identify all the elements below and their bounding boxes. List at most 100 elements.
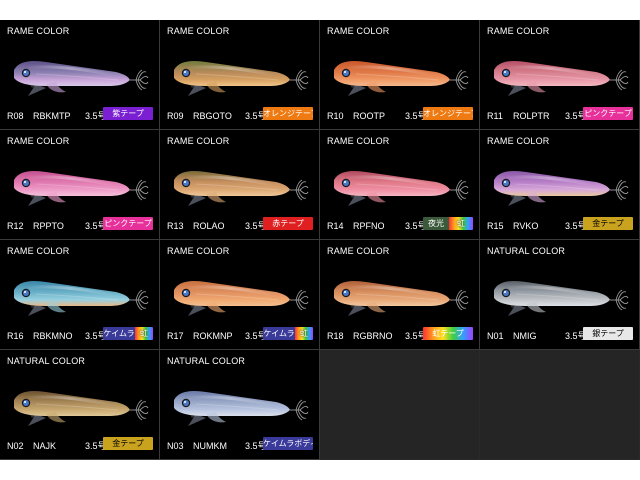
product-info: N03 NUMKM 3.5号: [167, 439, 267, 452]
color-code: N01: [487, 331, 504, 341]
rainbow-tag-label: 虹: [135, 327, 153, 340]
series-label: RAME COLOR: [327, 246, 390, 256]
tag-label: ケイムラ: [103, 327, 135, 340]
product-info: R14 RPFNO 3.5号: [327, 219, 427, 232]
color-name: NMIG: [513, 331, 537, 341]
series-label: RAME COLOR: [7, 26, 70, 36]
squid-jig-lure-image[interactable]: [6, 44, 154, 104]
color-tape-tag: 赤テープ: [263, 217, 313, 230]
squid-jig-lure-image[interactable]: [326, 44, 474, 104]
color-name: RPFNO: [353, 221, 385, 231]
series-label: RAME COLOR: [327, 136, 390, 146]
series-label: RAME COLOR: [7, 246, 70, 256]
product-info: R18 RGBRNO 3.5号: [327, 329, 427, 342]
product-card[interactable]: RAME COLOR: [480, 130, 640, 240]
product-card[interactable]: NATURAL COLOR: [0, 350, 160, 460]
product-info: R12 RPPTO 3.5号: [7, 219, 107, 232]
rainbow-tag-label: 虹: [449, 217, 473, 230]
color-code: R13: [167, 221, 184, 231]
squid-jig-lure-image[interactable]: [166, 374, 314, 434]
color-name: RBKMTP: [33, 111, 71, 121]
product-card[interactable]: RAME COLOR: [0, 130, 160, 240]
product-info: N01 NMIG 3.5号: [487, 329, 587, 342]
product-grid: RAME COLOR R08 RBKMTP 3.5号 紫テープ RAME COL…: [0, 20, 640, 460]
color-tape-tag: 虹テープ: [423, 327, 473, 340]
product-info: R15 RVKO 3.5号: [487, 219, 587, 232]
product-card[interactable]: RAME COLOR: [480, 20, 640, 130]
color-tape-tag: 紫テープ: [103, 107, 153, 120]
color-name: RGBRNO: [353, 331, 393, 341]
empty-cell: [320, 350, 480, 460]
series-label: RAME COLOR: [487, 26, 550, 36]
series-label: RAME COLOR: [167, 246, 230, 256]
color-code: R14: [327, 221, 344, 231]
product-card[interactable]: RAME COLOR: [320, 20, 480, 130]
product-card[interactable]: RAME COLOR: [0, 20, 160, 130]
color-name: ROOTP: [353, 111, 386, 121]
color-tape-tag: ピンクテープ: [103, 217, 153, 230]
squid-jig-lure-image[interactable]: [326, 154, 474, 214]
product-info: R11 ROLPTR 3.5号: [487, 109, 587, 122]
color-name: ROLPTR: [513, 111, 550, 121]
product-info: R08 RBKMTP 3.5号: [7, 109, 107, 122]
color-tape-tag: オレンジテープ: [423, 107, 473, 120]
color-name: RPPTO: [33, 221, 64, 231]
color-code: N03: [167, 441, 184, 451]
color-tape-tag: 金テープ: [583, 217, 633, 230]
series-label: NATURAL COLOR: [167, 356, 246, 366]
color-name: ROLAO: [193, 221, 225, 231]
product-card[interactable]: RAME COLOR: [320, 130, 480, 240]
color-tape-tag: ケイムラ 虹: [263, 327, 313, 340]
squid-jig-lure-image[interactable]: [486, 44, 634, 104]
squid-jig-lure-image[interactable]: [486, 264, 634, 324]
product-info: R16 RBKMNO 3.5号: [7, 329, 107, 342]
product-info: N02 NAJK 3.5号: [7, 439, 107, 452]
squid-jig-lure-image[interactable]: [6, 264, 154, 324]
squid-jig-lure-image[interactable]: [6, 154, 154, 214]
color-code: N02: [7, 441, 24, 451]
empty-cell: [480, 350, 640, 460]
product-card[interactable]: RAME COLOR: [160, 20, 320, 130]
product-card[interactable]: NATURAL COLOR: [480, 240, 640, 350]
squid-jig-lure-image[interactable]: [166, 264, 314, 324]
squid-jig-lure-image[interactable]: [166, 44, 314, 104]
series-label: RAME COLOR: [487, 136, 550, 146]
series-label: RAME COLOR: [167, 26, 230, 36]
squid-jig-lure-image[interactable]: [166, 154, 314, 214]
series-label: NATURAL COLOR: [487, 246, 566, 256]
color-code: R11: [487, 111, 503, 121]
color-tape-tag: ケイムラ 虹: [103, 327, 153, 340]
product-card[interactable]: RAME COLOR: [160, 240, 320, 350]
color-name: RBGOTO: [193, 111, 232, 121]
product-card[interactable]: NATURAL COLOR: [160, 350, 320, 460]
product-card[interactable]: RAME COLOR: [160, 130, 320, 240]
color-code: R12: [7, 221, 24, 231]
color-name: ROKMNP: [193, 331, 233, 341]
color-code: R10: [327, 111, 344, 121]
color-code: R18: [327, 331, 344, 341]
product-card[interactable]: RAME COLOR: [320, 240, 480, 350]
rainbow-tag-label: 虹: [295, 327, 313, 340]
product-card[interactable]: RAME COLOR: [0, 240, 160, 350]
product-info: R17 ROKMNP 3.5号: [167, 329, 267, 342]
color-name: RBKMNO: [33, 331, 73, 341]
color-tape-tag: ケイムラボディ: [263, 437, 313, 450]
color-name: RVKO: [513, 221, 539, 231]
color-name: NUMKM: [193, 441, 227, 451]
product-info: R09 RBGOTO 3.5号: [167, 109, 267, 122]
color-code: R08: [7, 111, 24, 121]
squid-jig-lure-image[interactable]: [486, 154, 634, 214]
color-tape-tag: 金テープ: [103, 437, 153, 450]
tag-label: ケイムラ: [263, 327, 295, 340]
squid-jig-lure-image[interactable]: [326, 264, 474, 324]
series-label: RAME COLOR: [7, 136, 70, 146]
color-tape-tag: オレンジテープ: [263, 107, 313, 120]
tag-label: 夜光: [423, 217, 449, 230]
color-code: R09: [167, 111, 184, 121]
color-code: R15: [487, 221, 504, 231]
color-code: R16: [7, 331, 24, 341]
squid-jig-lure-image[interactable]: [6, 374, 154, 434]
series-label: RAME COLOR: [327, 26, 390, 36]
color-tape-tag: ピンクテープ: [583, 107, 633, 120]
color-tape-tag: 夜光 虹: [423, 217, 473, 230]
